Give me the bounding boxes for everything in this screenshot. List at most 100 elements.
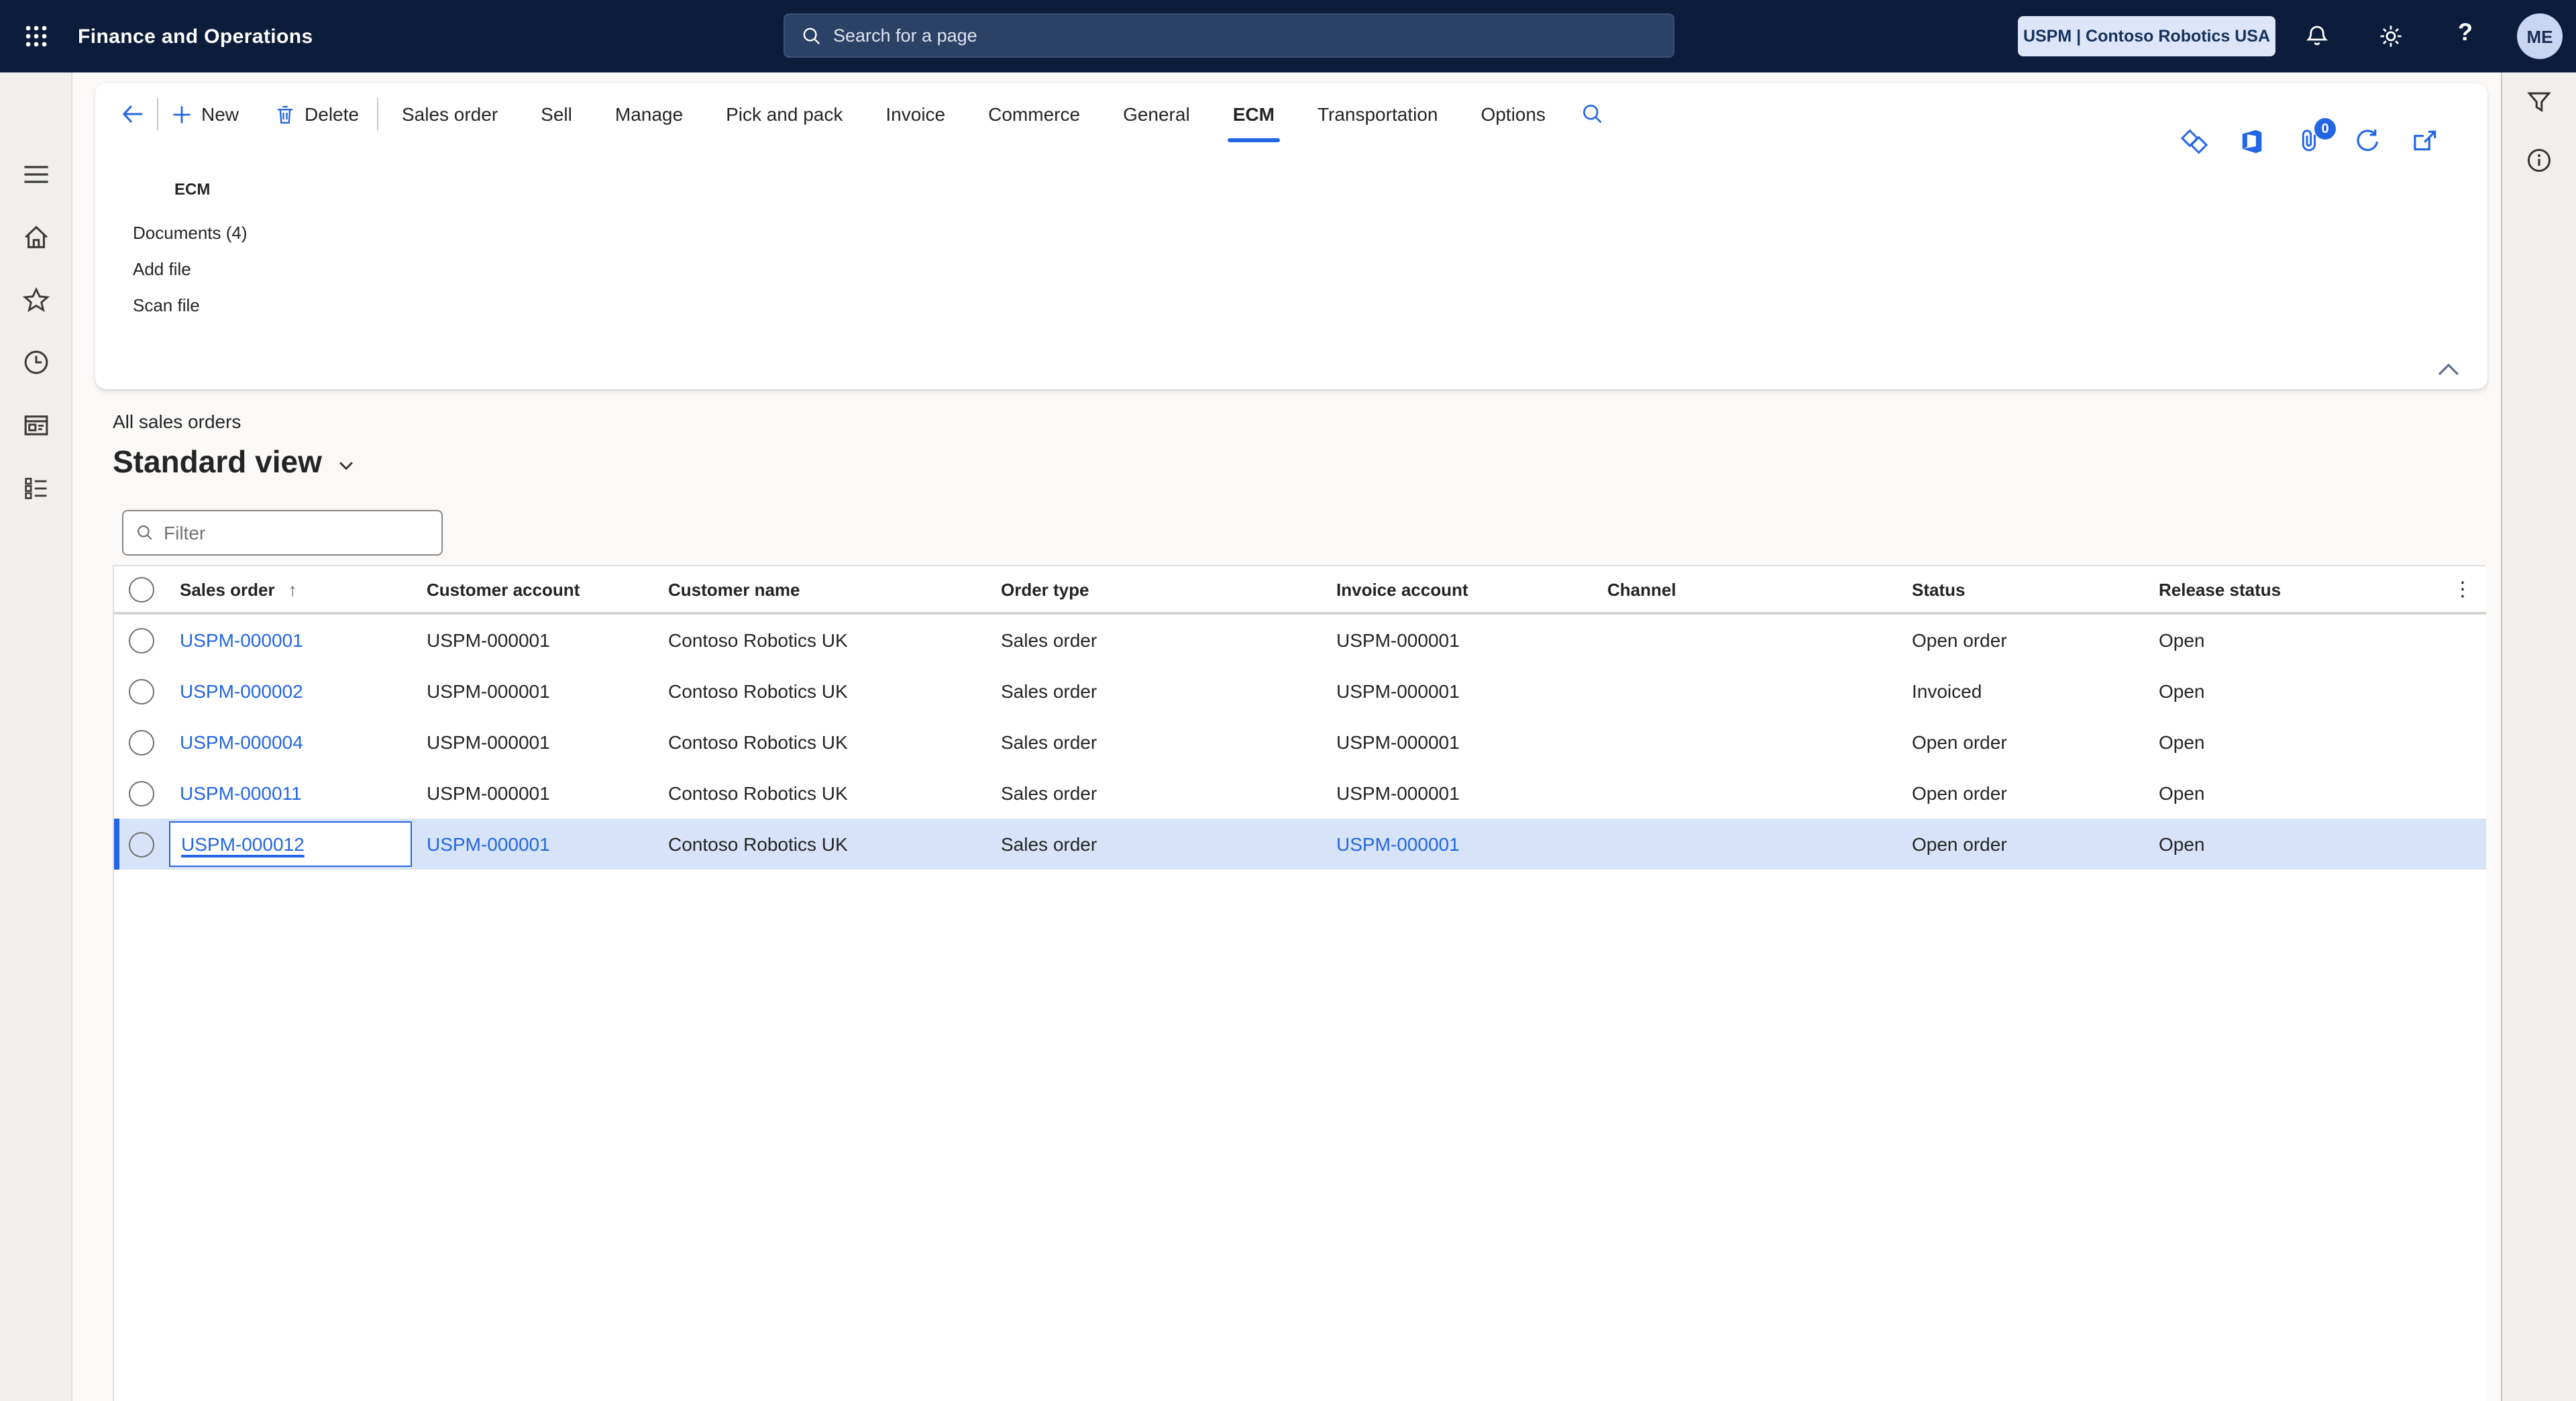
ecm-item-scan-file[interactable]: Scan file (133, 287, 248, 323)
help-icon[interactable]: ? (2458, 19, 2473, 47)
nav-sidebar (0, 72, 72, 1401)
select-all-radio[interactable] (128, 576, 154, 602)
tab-manage[interactable]: Manage (610, 83, 688, 145)
tab-transportation[interactable]: Transportation (1312, 83, 1444, 145)
cell-sales-order[interactable]: USPM-000011 (168, 782, 415, 804)
tab-pick-and-pack[interactable]: Pick and pack (720, 83, 848, 145)
sales-order-link[interactable]: USPM-000002 (180, 680, 303, 702)
back-arrow-icon[interactable] (119, 101, 146, 127)
sales-order-link[interactable]: USPM-000001 (180, 629, 303, 651)
column-header-release-status[interactable]: Release status (2147, 579, 2403, 599)
tab-commerce[interactable]: Commerce (983, 83, 1085, 145)
focused-grid-cell[interactable]: USPM-000012 (169, 821, 412, 867)
ecm-item-add-file[interactable]: Add file (133, 251, 248, 287)
new-button[interactable]: New (170, 103, 239, 125)
column-header-order-type[interactable]: Order type (989, 579, 1324, 599)
collapse-chevron-up-icon[interactable] (2434, 357, 2463, 381)
filter-funnel-icon[interactable] (2525, 89, 2553, 117)
row-select-radio[interactable] (128, 627, 154, 653)
page-title: All sales orders (113, 411, 241, 432)
star-icon[interactable] (21, 286, 51, 315)
customer-account-link[interactable]: USPM-000001 (427, 833, 550, 855)
view-selector[interactable]: Standard view (113, 444, 357, 480)
table-row[interactable]: USPM-000002USPM-000001Contoso Robotics U… (114, 666, 2486, 717)
delete-button-label: Delete (305, 103, 359, 125)
sales-order-link[interactable]: USPM-000011 (180, 782, 302, 804)
home-icon[interactable] (21, 223, 51, 252)
bell-icon[interactable] (2304, 23, 2330, 50)
filter-search-icon (136, 523, 154, 542)
tab-invoice[interactable]: Invoice (880, 83, 951, 145)
cell-invoice-account[interactable]: USPM-000001 (1324, 833, 1595, 855)
column-header-customer-name[interactable]: Customer name (656, 579, 989, 599)
invoice-account-link[interactable]: USPM-000001 (1336, 833, 1460, 855)
avatar[interactable]: ME (2517, 13, 2563, 59)
action-pane-tabs: Sales order Sell Manage Pick and pack Invoic… (396, 83, 1551, 145)
table-row[interactable]: USPM-000004USPM-000001Contoso Robotics U… (114, 717, 2486, 768)
table-row[interactable]: USPM-000001USPM-000001Contoso Robotics U… (114, 615, 2486, 666)
cell-customer-account: USPM-000001 (415, 782, 656, 804)
app-title[interactable]: Finance and Operations (78, 25, 313, 48)
cell-release-status: Open (2147, 680, 2403, 702)
workspace-icon[interactable] (21, 411, 51, 440)
row-select-radio[interactable] (128, 678, 154, 704)
column-header-customer-account[interactable]: Customer account (415, 579, 656, 599)
ecm-group-heading: ECM (174, 180, 248, 199)
attachments-button[interactable]: 0 (2296, 127, 2324, 156)
tab-general[interactable]: General (1118, 83, 1195, 145)
cell-sales-order[interactable]: USPM-000004 (168, 731, 415, 753)
cell-customer-name: Contoso Robotics UK (656, 833, 989, 855)
cell-order-type: Sales order (989, 731, 1324, 753)
row-select-radio[interactable] (128, 831, 154, 857)
column-header-invoice-account[interactable]: Invoice account (1324, 579, 1595, 599)
column-header-status[interactable]: Status (1900, 579, 2147, 599)
global-search[interactable] (784, 13, 1674, 58)
cell-sales-order[interactable]: USPM-000012 (168, 819, 415, 870)
table-row[interactable]: USPM-000012 USPM-000001 Contoso Robotics U… (114, 819, 2486, 870)
row-select-radio[interactable] (128, 780, 154, 806)
table-row[interactable]: USPM-000011 USPM-000001Contoso Robotics U… (114, 768, 2486, 819)
column-header-sales-order[interactable]: Sales order↑ (168, 579, 415, 599)
recent-clock-icon[interactable] (21, 348, 51, 377)
sort-ascending-icon: ↑ (288, 579, 297, 599)
refresh-icon[interactable] (2353, 127, 2381, 156)
sales-order-link[interactable]: USPM-000012 (181, 833, 305, 855)
cell-sales-order[interactable]: USPM-000001 (168, 629, 415, 651)
cell-customer-account[interactable]: USPM-000001 (415, 833, 656, 855)
cell-customer-name: Contoso Robotics UK (656, 680, 989, 702)
column-header-channel[interactable]: Channel (1595, 579, 1900, 599)
gear-icon[interactable] (2377, 23, 2404, 50)
cell-invoice-account: USPM-000001 (1324, 731, 1595, 753)
environment-button[interactable]: USPM | Contoso Robotics USA (2018, 16, 2275, 56)
filter-input[interactable] (164, 522, 419, 543)
shapes-icon[interactable] (2180, 127, 2208, 156)
app-launcher-button[interactable] (0, 0, 72, 72)
cell-order-type: Sales order (989, 680, 1324, 702)
tab-search-icon[interactable] (1580, 102, 1605, 126)
global-search-input[interactable] (833, 25, 1585, 46)
grid-filter[interactable] (122, 510, 443, 556)
cell-release-status: Open (2147, 782, 2403, 804)
row-select-cell (114, 831, 168, 857)
row-select-radio[interactable] (128, 729, 154, 755)
cell-order-type: Sales order (989, 629, 1324, 651)
cell-customer-name: Contoso Robotics UK (656, 782, 989, 804)
cell-customer-account: USPM-000001 (415, 629, 656, 651)
office-icon[interactable] (2238, 127, 2266, 156)
info-icon[interactable] (2525, 146, 2553, 174)
row-select-cell (114, 627, 168, 653)
tab-options[interactable]: Options (1475, 83, 1551, 145)
ecm-item-documents-4-[interactable]: Documents (4) (133, 215, 248, 251)
select-all-cell (114, 576, 168, 602)
tab-sales-order[interactable]: Sales order (396, 83, 503, 145)
cell-sales-order[interactable]: USPM-000002 (168, 680, 415, 702)
modules-list-icon[interactable] (21, 474, 51, 503)
cell-status: Open order (1900, 629, 2147, 651)
tab-sell[interactable]: Sell (535, 83, 578, 145)
delete-button[interactable]: Delete (274, 103, 359, 125)
sales-order-link[interactable]: USPM-000004 (180, 731, 303, 753)
tab-ecm[interactable]: ECM (1228, 83, 1280, 145)
column-options-kebab-icon[interactable]: ⋮ (2453, 579, 2473, 599)
open-in-new-window-icon[interactable] (2411, 127, 2439, 156)
hamburger-icon[interactable] (21, 160, 51, 189)
